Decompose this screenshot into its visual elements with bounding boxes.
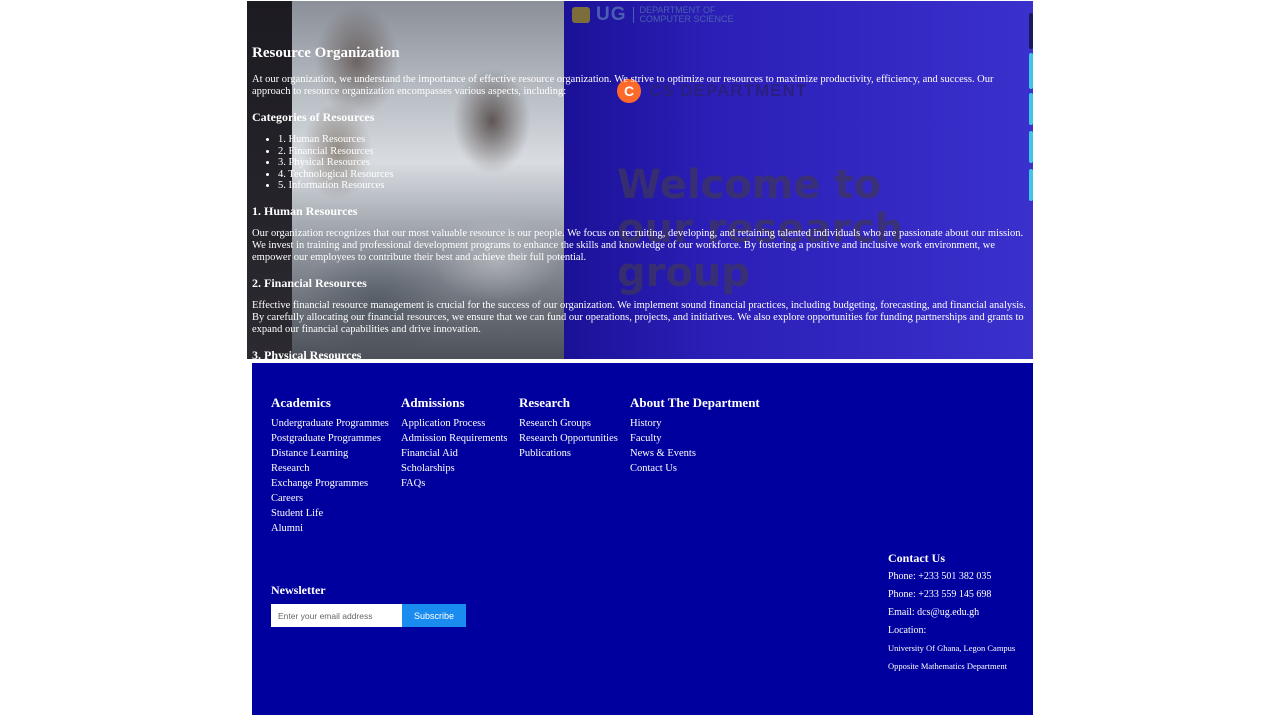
footer-col-research: Research Research Groups Research Opport…	[519, 395, 618, 461]
logo-dept-line2: COMPUTER SCIENCE	[639, 14, 734, 24]
page-title: Resource Organization	[252, 45, 400, 61]
footer-col-admissions: Admissions Application Process Admission…	[401, 395, 507, 491]
site-footer: Academics Undergraduate Programmes Postg…	[252, 363, 1033, 715]
footer-link[interactable]: History	[630, 416, 760, 431]
footer-heading: Admissions	[401, 395, 465, 410]
footer-link[interactable]: Undergraduate Programmes	[271, 416, 389, 431]
logo-ug-text: UG	[596, 4, 627, 25]
logo-divider	[632, 7, 634, 23]
footer-col-about: About The Department History Faculty New…	[630, 395, 760, 476]
newsletter-form: Subscribe	[271, 604, 466, 627]
financial-resources-heading: 2. Financial Resources	[252, 275, 367, 290]
footer-link[interactable]: Exchange Programmes	[271, 476, 389, 491]
list-item: 1. Human Resources	[278, 134, 1032, 146]
footer-link[interactable]: Application Process	[401, 416, 507, 431]
crest-icon	[572, 7, 590, 23]
physical-resources-heading: 3. Physical Resources	[252, 347, 362, 359]
list-item: 4. Technological Resources	[278, 169, 1032, 181]
ug-logo[interactable]: UG DEPARTMENT OF COMPUTER SCIENCE	[572, 4, 734, 26]
footer-link[interactable]: Distance Learning	[271, 446, 389, 461]
footer-link[interactable]: Faculty	[630, 431, 760, 446]
list-item: 2. Financial Resources	[278, 146, 1032, 158]
human-resources-heading: 1. Human Resources	[252, 203, 358, 218]
footer-link[interactable]: Scholarships	[401, 461, 507, 476]
footer-link[interactable]: Research	[271, 461, 389, 476]
footer-link[interactable]: Research Opportunities	[519, 431, 618, 446]
footer-link[interactable]: Contact Us	[630, 461, 760, 476]
footer-link[interactable]: Publications	[519, 446, 618, 461]
list-item: 3. Physical Resources	[278, 157, 1032, 169]
footer-link[interactable]: FAQs	[401, 476, 507, 491]
contact-phone-2: Phone: +233 559 145 698	[888, 589, 992, 600]
categories-list: 1. Human Resources 2. Financial Resource…	[252, 134, 1032, 192]
article-content: Resource Organization At our organizatio…	[252, 44, 1032, 359]
footer-link[interactable]: News & Events	[630, 446, 760, 461]
subscribe-button[interactable]: Subscribe	[402, 604, 466, 627]
list-item: 5. Information Resources	[278, 180, 1032, 192]
human-resources-paragraph: Our organization recognizes that our mos…	[252, 227, 1024, 263]
intro-paragraph: At our organization, we understand the i…	[252, 74, 994, 97]
newsletter-heading: Newsletter	[271, 583, 326, 597]
newsletter-email-input[interactable]	[271, 604, 402, 627]
footer-heading: Research	[519, 395, 571, 410]
contact-section: Contact Us Phone: +233 501 382 035 Phone…	[888, 551, 1028, 679]
footer-link[interactable]: Alumni	[271, 521, 389, 536]
footer-link[interactable]: Research Groups	[519, 416, 618, 431]
contact-email: Email: dcs@ug.edu.gh	[888, 607, 980, 618]
footer-link[interactable]: Admission Requirements	[401, 431, 507, 446]
footer-col-academics: Academics Undergraduate Programmes Postg…	[271, 395, 389, 536]
footer-link[interactable]: Student Life	[271, 506, 389, 521]
contact-phone-1: Phone: +233 501 382 035	[888, 571, 992, 582]
footer-link[interactable]: Financial Aid	[401, 446, 507, 461]
footer-heading: About The Department	[630, 395, 760, 410]
newsletter-section: Newsletter Subscribe	[271, 583, 466, 627]
categories-heading: Categories of Resources	[252, 110, 375, 124]
contact-location-label: Location:	[888, 625, 927, 636]
financial-resources-paragraph: Effective financial resource management …	[252, 299, 1026, 335]
contact-location-1: University Of Ghana, Legon Campus	[888, 643, 1016, 653]
logo-dept-text: DEPARTMENT OF COMPUTER SCIENCE	[640, 6, 734, 24]
footer-link[interactable]: Careers	[271, 491, 389, 506]
contact-location-2: Opposite Mathematics Department	[888, 661, 1007, 671]
contact-heading: Contact Us	[888, 551, 945, 565]
footer-link[interactable]: Postgraduate Programmes	[271, 431, 389, 446]
footer-heading: Academics	[271, 395, 331, 410]
